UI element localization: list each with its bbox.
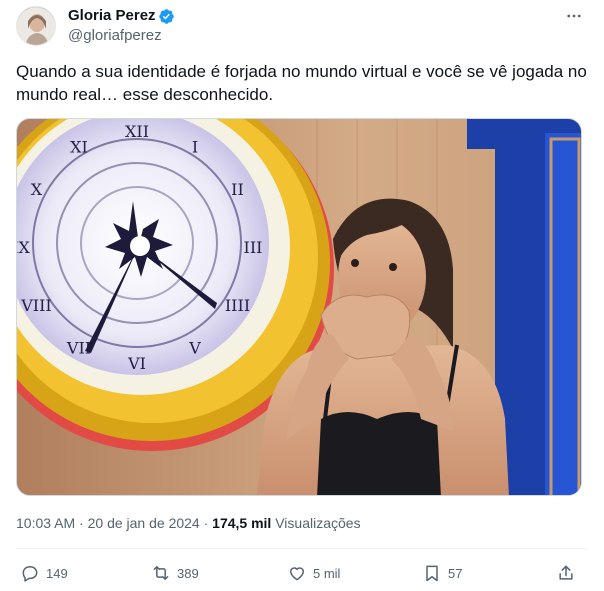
clock-numeral: IIII xyxy=(225,296,250,315)
clock-numeral: XI xyxy=(70,138,88,157)
clock-numeral: I xyxy=(192,138,198,157)
clock-numeral: III xyxy=(244,238,263,257)
repost-count: 389 xyxy=(177,565,199,581)
tweet-header: Gloria Perez @gloriafperez xyxy=(16,6,588,46)
tweet-time[interactable]: 10:03 AM xyxy=(16,515,75,531)
reply-icon xyxy=(22,566,38,582)
bookmark-button[interactable]: 57 xyxy=(422,562,462,584)
display-name[interactable]: Gloria Perez xyxy=(68,6,156,26)
clock-numeral: VI xyxy=(127,354,146,373)
tweet: Gloria Perez @gloriafperez Quando a sua … xyxy=(0,0,604,591)
repost-icon xyxy=(153,566,169,580)
clock-numeral: VIII xyxy=(20,296,52,315)
heart-icon xyxy=(290,567,304,581)
media-illustration: XIIIIIIIIIIIIVVIVIIVIIIIXXXI xyxy=(17,119,581,495)
reply-count: 149 xyxy=(46,565,68,581)
views-label[interactable]: Visualizações xyxy=(275,515,360,531)
clock-numeral: X xyxy=(31,180,43,199)
meta-separator-2: · xyxy=(203,515,209,531)
like-button[interactable]: 5 mil xyxy=(287,562,340,584)
clock-numeral: XII xyxy=(125,122,149,141)
author-names: Gloria Perez @gloriafperez xyxy=(68,6,175,46)
tweet-media-image[interactable]: XIIIIIIIIIIIIVVIVIIVIIIIXXXI xyxy=(16,118,582,496)
share-button[interactable] xyxy=(556,562,582,584)
repost-button[interactable]: 389 xyxy=(151,562,199,584)
verified-badge-icon[interactable] xyxy=(158,8,175,25)
handle[interactable]: @gloriafperez xyxy=(68,26,175,46)
views-count[interactable]: 174,5 mil xyxy=(212,515,271,531)
reply-button[interactable]: 149 xyxy=(20,562,68,584)
like-count: 5 mil xyxy=(313,565,341,581)
divider xyxy=(16,548,588,549)
clock-numeral: IX xyxy=(17,238,30,257)
meta-separator: · xyxy=(79,515,84,531)
tweet-text: Quando a sua identidade é forjada no mun… xyxy=(16,62,587,104)
tweet-meta: 10:03 AM · 20 de jan de 2024 · 174,5 mil… xyxy=(16,513,361,533)
more-options-icon[interactable] xyxy=(562,6,586,26)
avatar[interactable] xyxy=(16,6,56,46)
clock-numeral: II xyxy=(231,180,244,199)
bookmark-count: 57 xyxy=(448,565,463,581)
tweet-date[interactable]: 20 de jan de 2024 xyxy=(88,515,200,531)
bookmark-icon xyxy=(426,565,438,582)
clock-numeral: V xyxy=(188,339,201,358)
action-bar: 149 389 5 mil 57 xyxy=(16,562,588,584)
share-icon xyxy=(559,565,573,580)
